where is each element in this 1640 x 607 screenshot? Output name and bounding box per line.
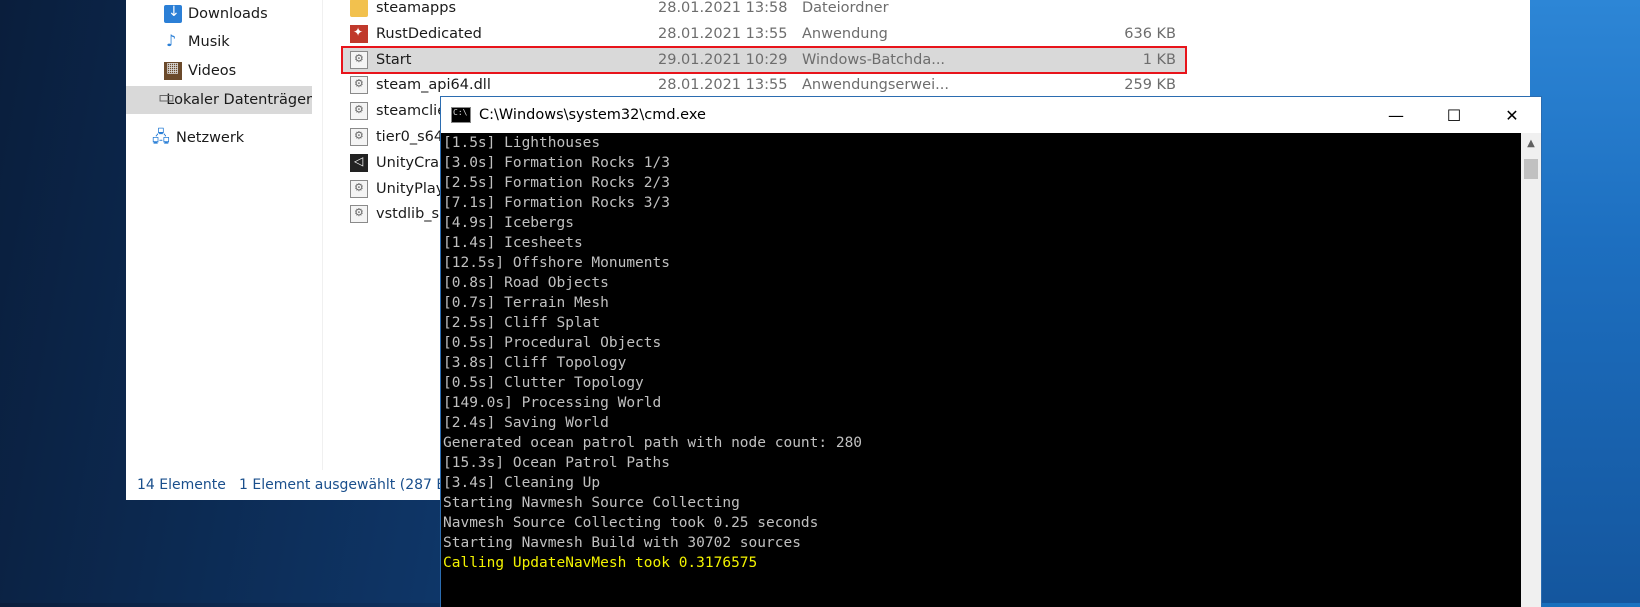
file-size: 259 KB (1124, 77, 1176, 94)
nav-item[interactable]: Netzwerk (152, 124, 245, 153)
rust-app-icon (350, 24, 368, 43)
cmd-titlebar[interactable]: C:\Windows\system32\cmd.exe — ☐ ✕ (441, 97, 1541, 133)
nav-item-label: Netzwerk (176, 130, 245, 146)
maximize-icon: ☐ (1446, 105, 1462, 125)
console-line: [4.9s] Icebergs (443, 215, 574, 231)
file-date: 29.01.2021 10:29 (658, 51, 788, 68)
file-size: 636 KB (1124, 25, 1176, 42)
cmd-title: C:\Windows\system32\cmd.exe (479, 107, 706, 123)
dll-file-icon (350, 128, 368, 146)
nav-item[interactable]: Videos (164, 57, 236, 85)
close-icon: ✕ (1505, 105, 1519, 125)
minimize-button[interactable]: — (1367, 97, 1425, 133)
file-type: Anwendungserwei... (802, 77, 949, 94)
console-line: [1.4s] Icesheets (443, 235, 583, 251)
file-date: 28.01.2021 13:58 (658, 0, 788, 16)
nav-item-label: Musik (188, 34, 230, 50)
console-line: Navmesh Source Collecting took 0.25 seco… (443, 515, 819, 531)
close-button[interactable]: ✕ (1483, 97, 1541, 133)
file-row[interactable]: steamapps 28.01.2021 13:58 Dateiordner (342, 0, 1186, 21)
console-line: [3.8s] Cliff Topology (443, 355, 627, 371)
scroll-up-arrow-icon[interactable]: ▲ (1521, 133, 1541, 153)
console-line: [0.7s] Terrain Mesh (443, 295, 609, 311)
file-name: steam_api64.dll (376, 77, 491, 94)
vertical-scrollbar[interactable]: ▲ (1521, 133, 1541, 607)
file-row[interactable]: Start 29.01.2021 10:29 Windows-Batchda... 1… (341, 45, 1187, 74)
maximize-button[interactable]: ☐ (1425, 97, 1483, 133)
nav-item[interactable]: Lokaler Datenträger (126, 86, 312, 114)
console-line: Starting Navmesh Source Collecting (443, 495, 740, 511)
console-line: [0.5s] Clutter Topology (443, 375, 644, 391)
unity-app-icon (350, 153, 368, 172)
folder-icon (350, 0, 368, 17)
cmd-window[interactable]: C:\Windows\system32\cmd.exe — ☐ ✕ [1.5s]… (440, 96, 1542, 607)
file-name: Start (376, 51, 412, 68)
console-line: [149.0s] Processing World (443, 395, 662, 411)
network-icon (152, 126, 170, 153)
console-line: [2.5s] Cliff Splat (443, 315, 601, 331)
console-line: [2.5s] Formation Rocks 2/3 (443, 175, 670, 191)
file-size: 1 KB (1142, 51, 1176, 68)
nav-item-label: Lokaler Datenträger (166, 92, 312, 108)
video-folder-icon (164, 60, 182, 80)
file-name: steamapps (376, 0, 457, 16)
nav-item[interactable]: Musik (164, 28, 230, 56)
dll-file-icon (350, 76, 368, 95)
download-folder-icon (164, 4, 182, 23)
console-line: [1.5s] Lighthouses (443, 135, 601, 151)
console-output[interactable]: [1.5s] Lighthouses [3.0s] Formation Rocks… (441, 133, 1521, 607)
console-line: [0.8s] Road Objects (443, 275, 609, 291)
nav-item-label: Videos (188, 63, 237, 79)
file-type: Dateiordner (802, 0, 889, 16)
console-line: [2.4s] Saving World (443, 415, 609, 431)
music-folder-icon (164, 31, 182, 51)
console-line: Calling UpdateNavMesh took 0.3176575 (443, 555, 758, 571)
navigation-pane: Downloads Musik Videos Lokaler Datenträger N… (126, 0, 322, 470)
console-line: Starting Navmesh Build with 30702 source… (443, 535, 801, 551)
file-type: Windows-Batchda... (802, 51, 946, 68)
scroll-thumb[interactable] (1524, 159, 1538, 179)
console-line: [0.5s] Procedural Objects (443, 335, 662, 351)
batch-file-icon (350, 50, 368, 69)
file-type: Anwendung (802, 25, 888, 42)
selection-info: 1 Element ausgewählt (287 B (239, 477, 446, 493)
dll-file-icon (350, 102, 368, 121)
nav-item[interactable]: Downloads (164, 0, 268, 28)
file-row[interactable]: RustDedicated 28.01.2021 13:55 Anwendung 63… (342, 21, 1186, 47)
minimize-icon: — (1388, 105, 1404, 125)
cmd-app-icon[interactable] (451, 107, 471, 123)
console-line: [15.3s] Ocean Patrol Paths (443, 455, 670, 471)
dll-file-icon (350, 179, 368, 198)
file-name: RustDedicated (376, 25, 482, 42)
console-line: [3.0s] Formation Rocks 1/3 (443, 155, 670, 171)
dll-file-icon (350, 205, 368, 224)
pane-divider[interactable] (322, 0, 323, 470)
file-date: 28.01.2021 13:55 (658, 25, 788, 42)
console-line: [3.4s] Cleaning Up (443, 475, 601, 491)
item-count: 14 Elemente (137, 477, 226, 493)
nav-item-label: Downloads (188, 6, 268, 22)
file-date: 28.01.2021 13:55 (658, 77, 788, 94)
drive-icon (158, 87, 177, 109)
console-line: [7.1s] Formation Rocks 3/3 (443, 195, 670, 211)
console-line: [12.5s] Offshore Monuments (443, 255, 670, 271)
file-row[interactable]: steam_api64.dll 28.01.2021 13:55 Anwendung… (342, 72, 1186, 98)
console-line: Generated ocean patrol path with node co… (443, 435, 863, 451)
